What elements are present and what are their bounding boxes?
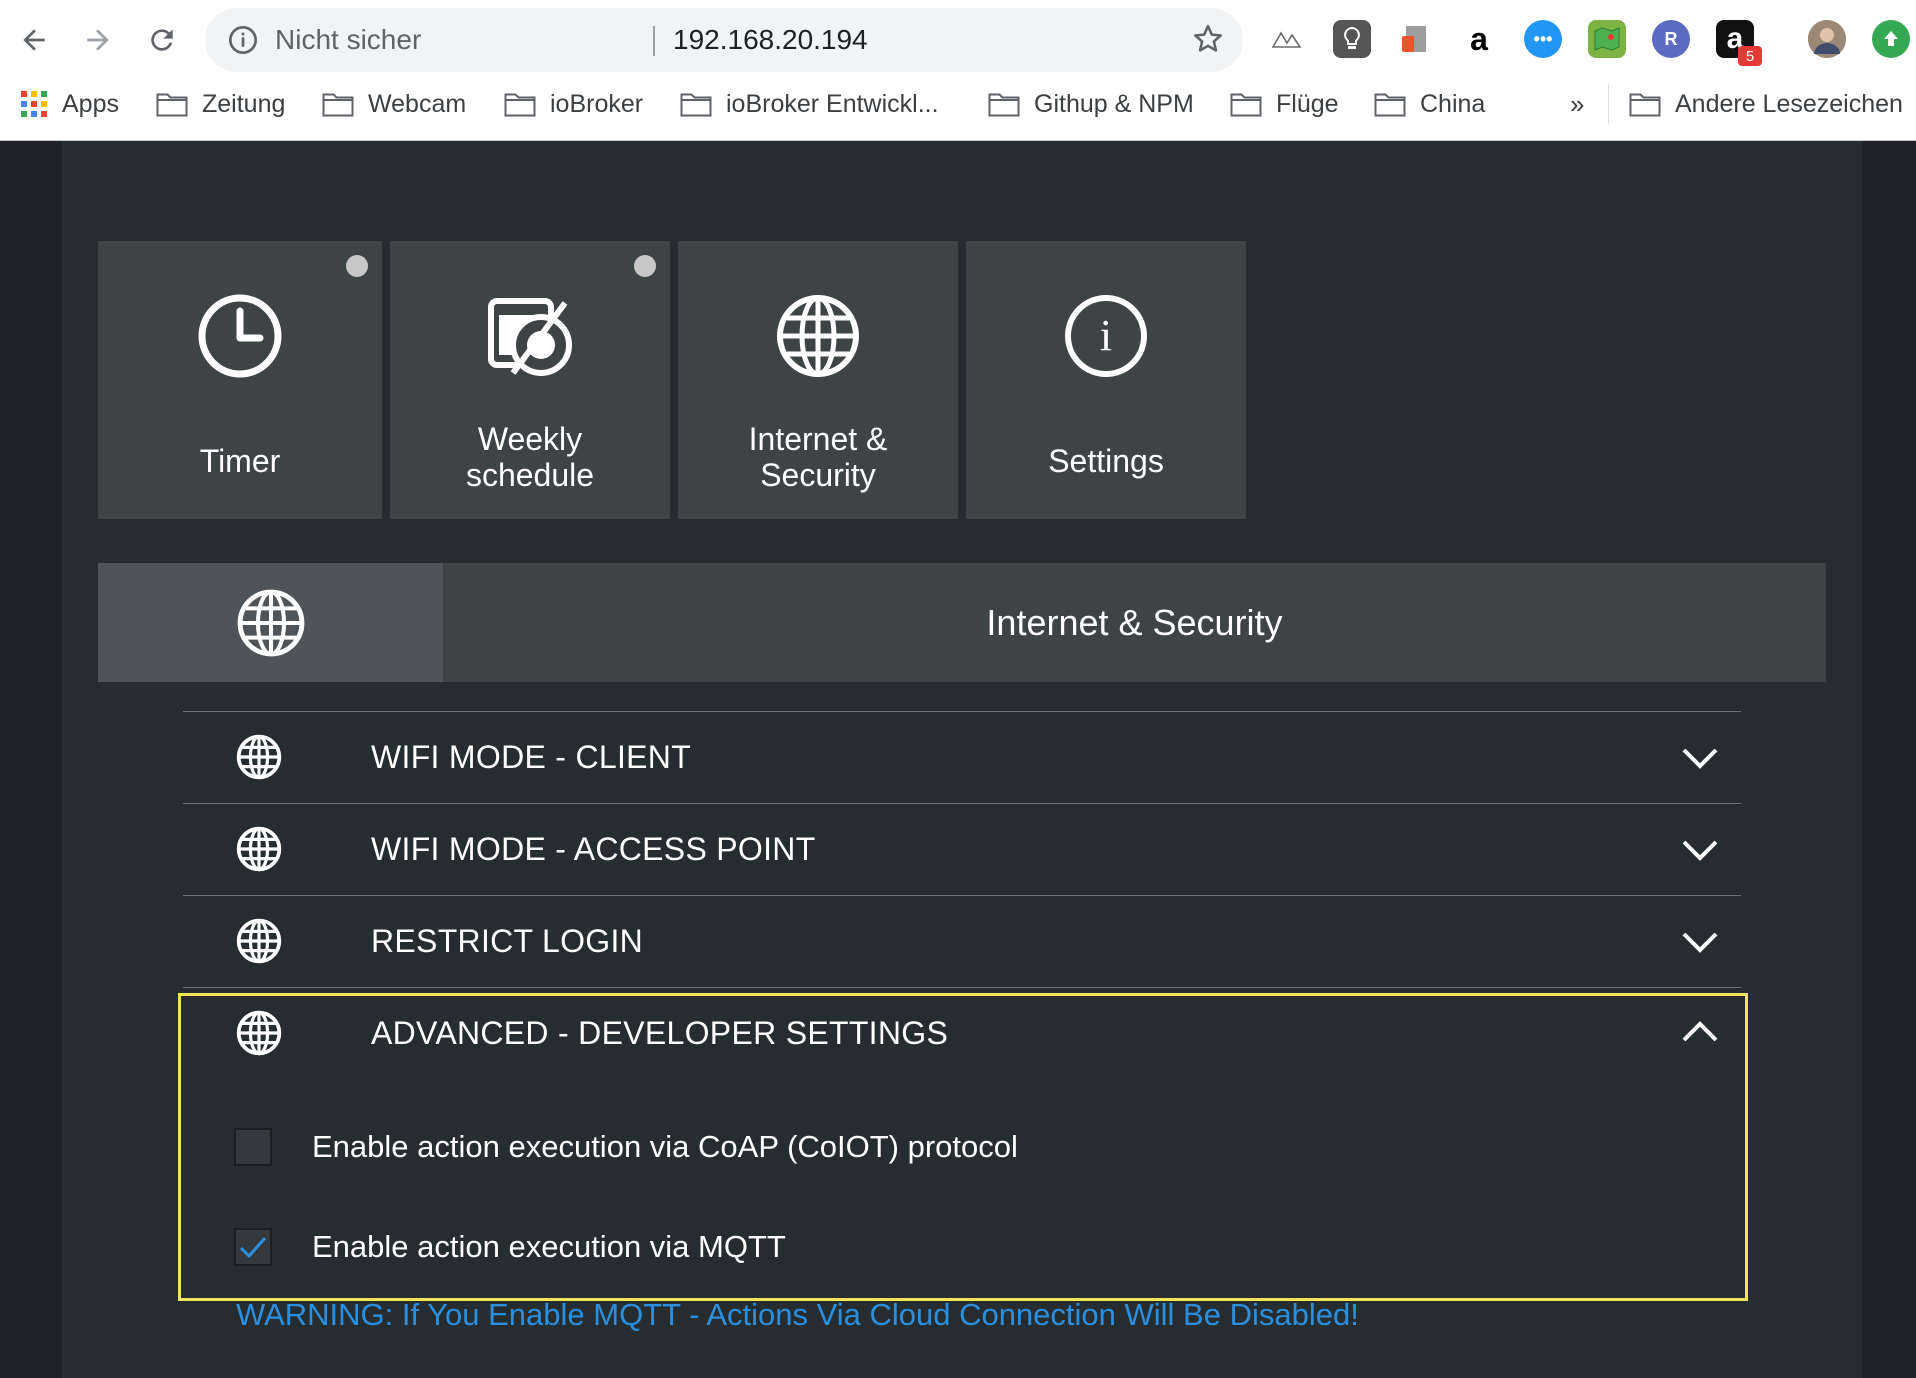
folder-icon	[156, 93, 188, 117]
tile-label: Internet & Security	[748, 421, 888, 493]
security-status[interactable]: Nicht sicher	[275, 8, 421, 72]
option-label: Enable action execution via MQTT	[312, 1229, 786, 1264]
back-arrow-icon	[23, 29, 45, 51]
info-circle-icon	[229, 26, 257, 54]
url-text[interactable]: 192.168.20.194	[673, 8, 868, 72]
browser-toolbar: Nicht sicher 192.168.20.194 a ••• R a5 A…	[0, 0, 1916, 141]
info-icon: i	[1065, 295, 1147, 377]
reload-icon	[151, 29, 173, 51]
accordion-wifi-access-point[interactable]: WIFI MODE - ACCESS POINT	[183, 803, 1741, 895]
mountains-icon[interactable]	[1270, 20, 1308, 58]
globe-icon	[236, 918, 282, 964]
bookmark-folder-iobroker[interactable]: ioBroker	[504, 84, 643, 124]
folder-icon	[680, 93, 712, 117]
bookmark-folder-iobroker-entwicklung[interactable]: ioBroker Entwickl...	[680, 84, 939, 124]
address-separator	[653, 26, 655, 56]
section-icon-box	[98, 563, 443, 682]
bookmark-folder-github-npm[interactable]: Githup & NPM	[988, 84, 1194, 124]
bookmark-label: ioBroker Entwickl...	[726, 90, 939, 118]
accordion-restrict-login[interactable]: RESTRICT LOGIN	[183, 895, 1741, 987]
bookmark-folder-zeitung[interactable]: Zeitung	[156, 84, 285, 124]
tile-settings[interactable]: i Settings	[966, 241, 1246, 519]
accordion-wifi-client[interactable]: WIFI MODE - CLIENT	[183, 711, 1741, 803]
option-mqtt[interactable]: Enable action execution via MQTT	[234, 1222, 786, 1272]
amazon-assistant-icon[interactable]: a5	[1716, 20, 1762, 66]
apps-grid-icon	[21, 91, 47, 117]
folder-icon	[988, 93, 1020, 117]
status-dot	[346, 255, 368, 277]
option-coap[interactable]: Enable action execution via CoAP (CoIOT)…	[234, 1122, 1018, 1172]
folder-icon	[504, 93, 536, 117]
chevron-down-icon	[1682, 932, 1718, 953]
chevron-down-icon	[1682, 840, 1718, 861]
r-extension-icon[interactable]: R	[1652, 20, 1690, 58]
bookmark-label: Zeitung	[202, 90, 286, 118]
bookmark-label: Andere Lesezeichen	[1675, 90, 1903, 118]
bookmark-label: Webcam	[368, 90, 467, 118]
lightbulb-icon[interactable]	[1333, 20, 1371, 58]
bookmarks-overflow-button[interactable]: »	[1570, 84, 1584, 124]
folder-icon	[322, 93, 354, 117]
folder-icon	[1629, 93, 1661, 117]
folder-icon	[1374, 93, 1406, 117]
option-label: Enable action execution via CoAP (CoIOT)…	[312, 1129, 1018, 1164]
bookmark-apps[interactable]: Apps	[20, 84, 119, 124]
checkmark-icon	[239, 1237, 267, 1259]
schedule-icon	[488, 298, 572, 376]
mqtt-checkbox[interactable]	[234, 1228, 272, 1266]
accordion-label: RESTRICT LOGIN	[371, 923, 644, 959]
status-dot	[634, 255, 656, 277]
tile-timer[interactable]: Timer	[98, 241, 382, 519]
coap-checkbox[interactable]	[234, 1128, 272, 1166]
forward-button[interactable]	[72, 14, 124, 66]
notification-badge: 5	[1738, 46, 1762, 66]
map-icon[interactable]	[1588, 20, 1626, 58]
section-title: Internet & Security	[986, 602, 1283, 643]
reload-button[interactable]	[136, 14, 188, 66]
update-icon[interactable]	[1872, 20, 1910, 58]
profile-avatar[interactable]	[1808, 20, 1846, 58]
globe-icon	[236, 826, 282, 872]
globe-icon	[237, 589, 304, 656]
section-header: Internet & Security	[98, 563, 1826, 682]
tile-label: Timer	[199, 443, 281, 479]
tile-label: Weekly schedule	[465, 421, 595, 493]
bookmark-folder-webcam[interactable]: Webcam	[322, 84, 466, 124]
address-bar[interactable]: Nicht sicher 192.168.20.194	[205, 8, 1243, 72]
chevron-down-icon	[1682, 748, 1718, 769]
bookmark-label: ioBroker	[550, 90, 644, 118]
amazon-icon[interactable]: a	[1460, 20, 1498, 58]
chat-icon[interactable]: •••	[1524, 20, 1562, 58]
tile-internet-security[interactable]: Internet & Security	[678, 241, 958, 519]
bookmark-folder-fluege[interactable]: Flüge	[1230, 84, 1339, 124]
tile-label: Settings	[1048, 443, 1164, 479]
globe-icon	[236, 734, 282, 780]
bookmark-label: Apps	[62, 90, 119, 118]
globe-icon	[777, 295, 859, 377]
clock-icon	[198, 294, 282, 378]
forward-arrow-icon	[87, 29, 109, 51]
accordion-label: WIFI MODE - ACCESS POINT	[371, 831, 816, 867]
bookmark-label: China	[1420, 90, 1486, 118]
bookmark-star-icon[interactable]	[1191, 22, 1225, 56]
mqtt-warning: WARNING: If You Enable MQTT - Actions Vi…	[236, 1297, 1359, 1332]
accordion-label: WIFI MODE - CLIENT	[371, 739, 692, 775]
bookmark-folder-other[interactable]: Andere Lesezeichen	[1608, 84, 1903, 124]
tile-weekly-schedule[interactable]: Weekly schedule	[390, 241, 670, 519]
back-button[interactable]	[8, 14, 60, 66]
svg-text:i: i	[1100, 311, 1112, 360]
bookmark-label: Flüge	[1276, 90, 1339, 118]
bookmark-label: Githup & NPM	[1034, 90, 1194, 118]
folder-icon	[1230, 93, 1262, 117]
bookmark-folder-china[interactable]: China	[1374, 84, 1485, 124]
office-icon[interactable]	[1396, 20, 1434, 58]
